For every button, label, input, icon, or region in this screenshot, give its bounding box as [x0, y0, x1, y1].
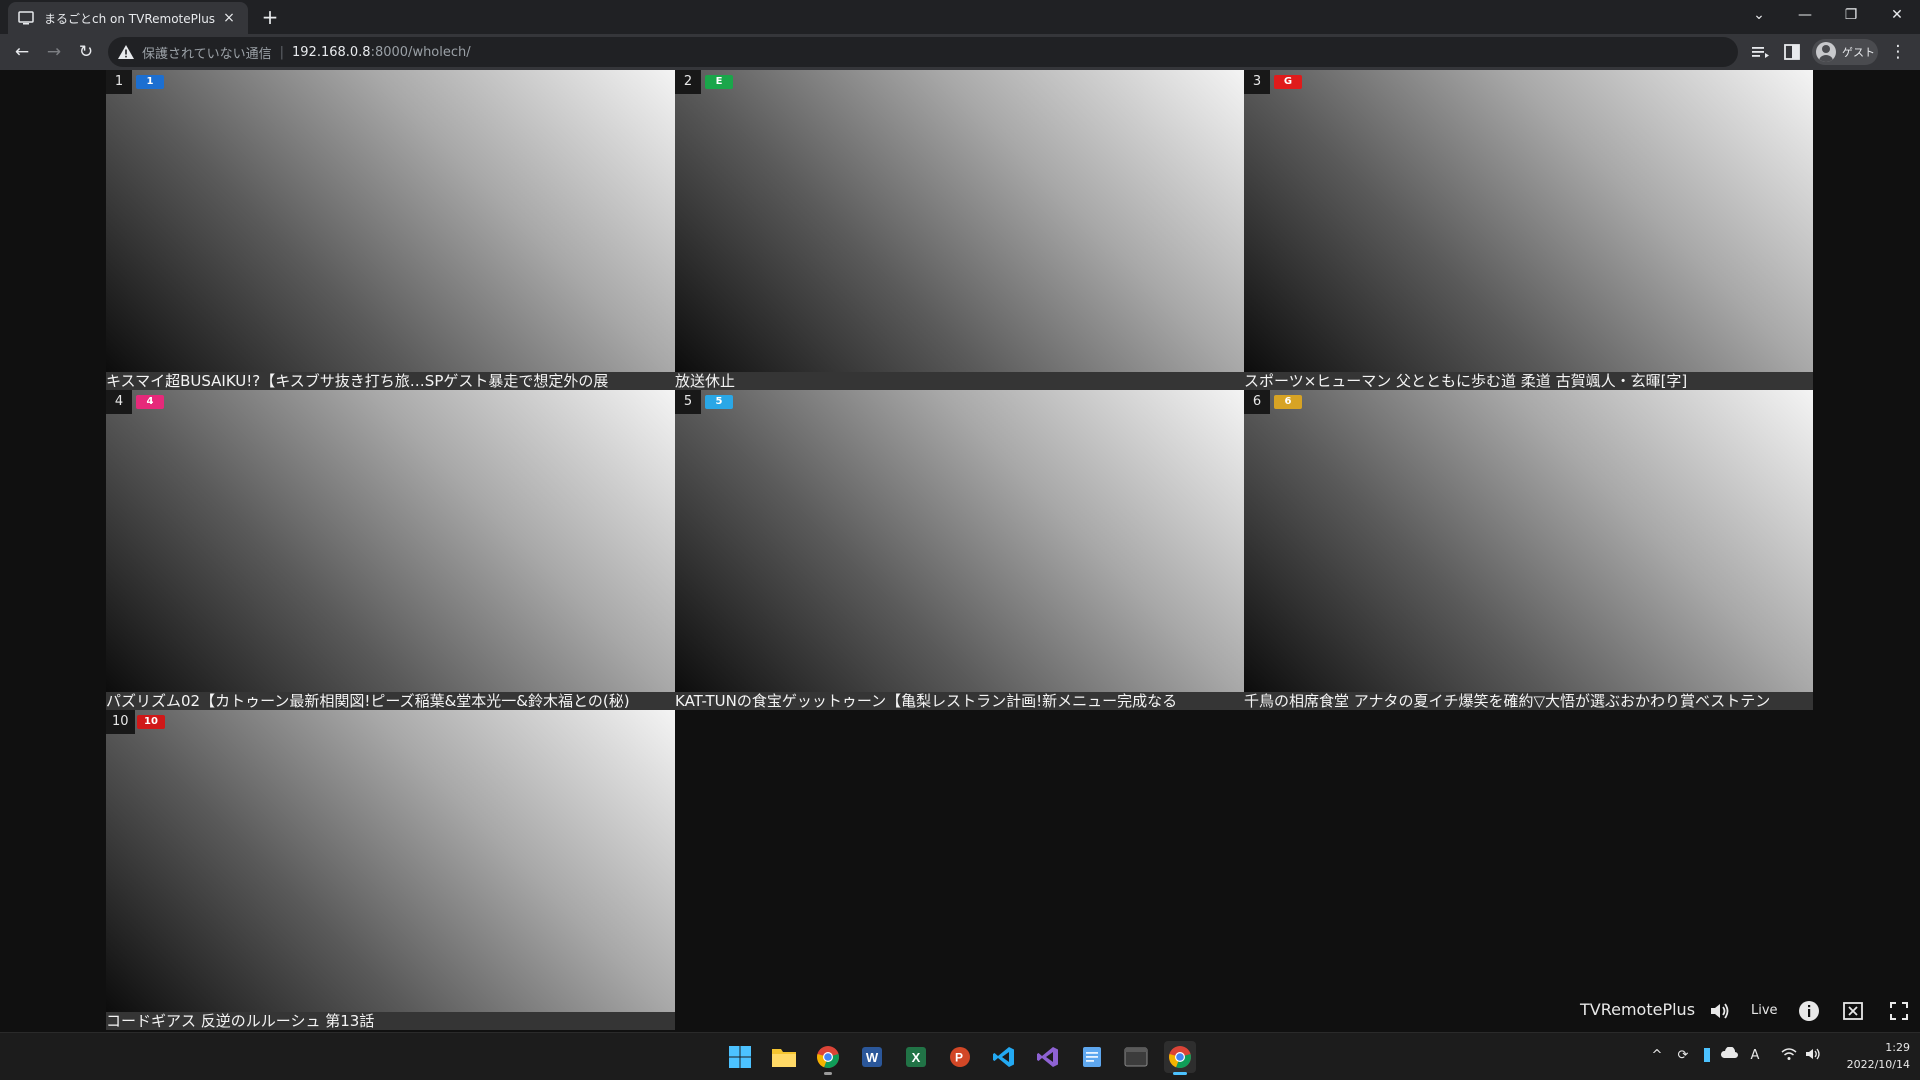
- channel-tile[interactable]: 2 E 放送休止: [675, 70, 1244, 390]
- channel-number: 2: [675, 70, 701, 94]
- warning-icon: [118, 45, 134, 59]
- program-title: KAT-TUNの食宝ゲッットゥーン【亀梨レストラン計画!新メニュー完成なる: [675, 692, 1244, 710]
- speaker-icon[interactable]: [1804, 1047, 1822, 1065]
- windows-taskbar: W X P ^ ⟳ A 1:29 2022/10/14: [0, 1032, 1920, 1080]
- address-separator: |: [279, 44, 285, 60]
- close-player-icon[interactable]: [1842, 1000, 1864, 1022]
- clock-date: 2022/10/14: [1846, 1058, 1910, 1071]
- notepad-icon[interactable]: [1076, 1041, 1108, 1073]
- profile-button[interactable]: ゲスト: [1812, 39, 1878, 65]
- system-clock[interactable]: 1:29 2022/10/14: [1830, 1039, 1910, 1073]
- program-title: 千鳥の相席食堂 アナタの夏イチ爆笑を確約▽大悟が選ぶおかわり賞ベストテン: [1244, 692, 1813, 710]
- reload-button[interactable]: ↻: [74, 40, 98, 64]
- tray-chevron-icon[interactable]: ^: [1648, 1047, 1666, 1065]
- info-icon[interactable]: [1798, 1000, 1820, 1022]
- running-indicator: [824, 1072, 832, 1075]
- program-title: 放送休止: [675, 372, 1244, 390]
- chrome-active-icon[interactable]: [1164, 1041, 1196, 1075]
- channel-logo-icon: 10: [137, 715, 165, 729]
- tv-favicon-icon: [18, 11, 34, 25]
- page-content: 1 1 キスマイ超BUSAIKU!?【キスブサ抜き打ち旅…SPゲスト暴走で想定外…: [0, 70, 1920, 1032]
- avatar: [1816, 42, 1836, 62]
- url-path: :8000/wholech/: [370, 44, 471, 60]
- insecure-label: 保護されていない通信: [142, 46, 272, 62]
- new-tab-button[interactable]: +: [258, 5, 282, 29]
- browser-toolbar: ← → ↻ 保護されていない通信 | 192.168.0.8 :8000/who…: [0, 34, 1920, 70]
- channel-number: 3: [1244, 70, 1270, 94]
- channel-number: 5: [675, 390, 701, 414]
- channel-tile[interactable]: 4 4 パズリズム02【カトゥーン最新相関図!ピーズ稲葉&堂本光一&鈴木福との(…: [106, 390, 675, 710]
- channel-logo-icon: 1: [136, 75, 164, 89]
- video-preview: [1244, 70, 1813, 372]
- live-button[interactable]: Live: [1751, 1003, 1778, 1018]
- channel-number: 10: [106, 710, 135, 734]
- svg-text:P: P: [955, 1051, 963, 1065]
- file-explorer-icon[interactable]: [768, 1041, 800, 1073]
- video-preview: [1244, 390, 1813, 692]
- sync-icon[interactable]: ⟳: [1674, 1047, 1692, 1065]
- video-preview: [106, 710, 675, 1012]
- back-button[interactable]: ←: [10, 40, 34, 64]
- program-title: スポーツ×ヒューマン 父とともに歩む道 柔道 古賀颯人・玄暉[字]: [1244, 372, 1813, 390]
- channel-logo-icon: 4: [136, 395, 164, 409]
- tab-search-icon[interactable]: ⌄: [1736, 0, 1782, 30]
- program-title: パズリズム02【カトゥーン最新相関図!ピーズ稲葉&堂本光一&鈴木福との(秘): [106, 692, 675, 710]
- side-panel-icon[interactable]: [1780, 40, 1804, 64]
- browser-tab[interactable]: まるごとch on TVRemotePlus ×: [8, 2, 248, 34]
- onedrive-icon[interactable]: [1720, 1046, 1738, 1065]
- wifi-icon[interactable]: [1780, 1047, 1798, 1065]
- channel-logo-icon: 5: [705, 395, 733, 409]
- program-title: キスマイ超BUSAIKU!?【キスブサ抜き打ち旅…SPゲスト暴走で想定外の展: [106, 372, 675, 390]
- video-preview: [106, 70, 675, 372]
- channel-tile[interactable]: 10 10 コードギアス 反逆のルルーシュ 第13話: [106, 710, 675, 1030]
- active-indicator: [1173, 1072, 1187, 1075]
- address-bar[interactable]: 保護されていない通信 | 192.168.0.8 :8000/wholech/: [108, 37, 1738, 67]
- url-host: 192.168.0.8: [292, 44, 371, 60]
- channel-logo-icon: G: [1274, 75, 1302, 89]
- channel-tile[interactable]: 1 1 キスマイ超BUSAIKU!?【キスブサ抜き打ち旅…SPゲスト暴走で想定外…: [106, 70, 675, 390]
- menu-kebab-icon[interactable]: ⋮: [1886, 40, 1910, 64]
- tab-strip: まるごとch on TVRemotePlus × + ⌄ — ❐ ✕: [0, 0, 1920, 34]
- fullscreen-icon[interactable]: [1888, 1000, 1910, 1022]
- tab-close-button[interactable]: ×: [220, 9, 238, 27]
- video-preview: [106, 390, 675, 692]
- channel-tile[interactable]: 6 6 千鳥の相席食堂 アナタの夏イチ爆笑を確約▽大悟が選ぶおかわり賞ベストテン: [1244, 390, 1813, 710]
- visual-studio-icon[interactable]: [1032, 1041, 1064, 1073]
- svg-text:X: X: [912, 1050, 921, 1065]
- minimize-button[interactable]: —: [1782, 0, 1828, 30]
- close-window-button[interactable]: ✕: [1874, 0, 1920, 30]
- terminal-icon[interactable]: [1120, 1041, 1152, 1073]
- reading-list-icon[interactable]: [1748, 40, 1772, 64]
- restore-button[interactable]: ❐: [1828, 0, 1874, 30]
- channel-number: 6: [1244, 390, 1270, 414]
- video-preview: [675, 70, 1244, 372]
- program-title: コードギアス 反逆のルルーシュ 第13話: [106, 1012, 675, 1030]
- word-icon[interactable]: W: [856, 1041, 888, 1073]
- forward-button[interactable]: →: [42, 40, 66, 64]
- channel-logo-icon: 6: [1274, 395, 1302, 409]
- channel-tile[interactable]: 5 5 KAT-TUNの食宝ゲッットゥーン【亀梨レストラン計画!新メニュー完成な…: [675, 390, 1244, 710]
- powerpoint-icon[interactable]: P: [944, 1041, 976, 1073]
- channel-logo-icon: E: [705, 75, 733, 89]
- video-preview: [675, 390, 1244, 692]
- start-icon[interactable]: [724, 1041, 756, 1073]
- player-brand: TVRemotePlus: [1580, 1000, 1696, 1019]
- channel-tile[interactable]: 3 G スポーツ×ヒューマン 父とともに歩む道 柔道 古賀颯人・玄暉[字]: [1244, 70, 1813, 390]
- svg-text:W: W: [866, 1050, 879, 1065]
- profile-label: ゲスト: [1842, 46, 1875, 59]
- channel-number: 1: [106, 70, 132, 94]
- vscode-icon[interactable]: [988, 1041, 1020, 1073]
- clock-time: 1:29: [1885, 1041, 1910, 1054]
- battery-icon[interactable]: [1698, 1047, 1716, 1065]
- tab-title: まるごとch on TVRemotePlus: [44, 11, 216, 26]
- excel-icon[interactable]: X: [900, 1041, 932, 1073]
- volume-icon[interactable]: [1708, 1000, 1730, 1022]
- ime-icon[interactable]: A: [1746, 1047, 1764, 1065]
- chrome-icon[interactable]: [812, 1041, 844, 1075]
- channel-number: 4: [106, 390, 132, 414]
